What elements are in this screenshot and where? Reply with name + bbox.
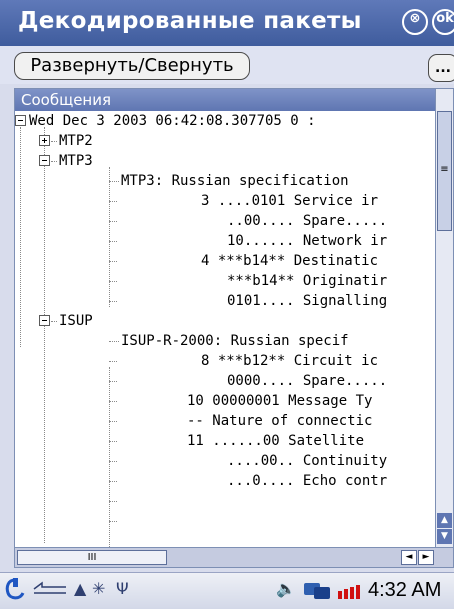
battery-icon[interactable] (338, 583, 364, 599)
tree-row-text: MTP3: Russian specification (121, 173, 349, 189)
horizontal-scrollbar[interactable]: III ◄ ► (15, 547, 453, 567)
tree-row-text: 8 ***b12** Circuit ic (201, 353, 379, 369)
tree-row[interactable]: ....00.. Continuity (15, 451, 435, 471)
tree-row[interactable]: 3 ....0101 Service ir (15, 191, 435, 211)
tree-row[interactable]: 10...... Network ir (15, 231, 435, 251)
tree-connector (109, 521, 117, 522)
tree-row-text: 4 ***b14** Destinatic (201, 253, 379, 269)
volume-icon[interactable]: 🔈 (276, 579, 296, 603)
tree-row-text: 0000.... Spare..... (227, 373, 388, 389)
window-title: Декодированные пакеты (18, 8, 362, 34)
tree-row[interactable]: MTP3: Russian specification (15, 171, 435, 191)
antenna-icon[interactable]: Ψ (116, 579, 129, 603)
taskbar: ▲ ✳ Ψ 🔈 4:32 AM (0, 572, 454, 609)
vertical-scroll-thumb[interactable]: ≡ (437, 111, 452, 231)
tree-connector (51, 161, 57, 162)
scroll-up-arrow-icon[interactable]: ▲ (437, 513, 452, 528)
tree-row[interactable]: ***b14** Originatir (15, 271, 435, 291)
tree-row[interactable]: 4 ***b14** Destinatic (15, 251, 435, 271)
tree-row[interactable]: 8 ***b12** Circuit ic (15, 351, 435, 371)
panel-header: Сообщения (15, 89, 435, 111)
tree-connector (109, 461, 117, 462)
tree-row[interactable]: ...0.... Echo contr (15, 471, 435, 491)
start-icon[interactable] (4, 577, 26, 603)
tree-row[interactable]: 11 ......00 Satellite (15, 431, 435, 451)
vertical-scrollbar[interactable]: ≡ ▲ ▼ (435, 89, 453, 547)
collapse-toggle-icon[interactable] (39, 315, 50, 326)
tree-row[interactable]: -- Nature of connectic (15, 411, 435, 431)
scroll-left-arrow-icon[interactable]: ◄ (401, 550, 417, 565)
tree-row-text: -- Nature of connectic (187, 413, 373, 429)
start-logo-icon (5, 578, 25, 600)
horizontal-scroll-thumb[interactable]: III (17, 550, 167, 565)
tree-connector (109, 241, 117, 242)
tree-row[interactable]: ISUP-R-2000: Russian specif (15, 331, 435, 351)
title-bar: Декодированные пакеты ⊗ ok (0, 0, 454, 47)
tree-row-text: ISUP (59, 313, 93, 329)
tree-row-text: ***b14** Originatir (227, 273, 388, 289)
tree-connector (109, 481, 117, 482)
tree-row[interactable]: MTP3 (15, 151, 435, 171)
tree-connector (109, 261, 117, 262)
tree-row[interactable]: ..00.... Spare..... (15, 211, 435, 231)
tree-connector (109, 361, 117, 362)
message-tree[interactable]: Wed Dec 3 2003 06:42:08.307705 0 : MTP2 … (15, 111, 435, 547)
more-button[interactable]: ... (428, 54, 454, 82)
tree-connector (109, 281, 117, 282)
tree-row[interactable]: Wed Dec 3 2003 06:42:08.307705 0 : (15, 111, 435, 131)
tree-row[interactable]: ISUP (15, 311, 435, 331)
tree-row-text: 10...... Network ir (227, 233, 388, 249)
tree-row[interactable]: 0000.... Spare..... (15, 371, 435, 391)
toolbar: Развернуть/Свернуть ... (0, 46, 454, 84)
tree-row-text: 11 ......00 Satellite (187, 433, 365, 449)
tree-connector (109, 301, 117, 302)
tree-connector (109, 401, 117, 402)
tree-connector (51, 321, 57, 322)
scroll-right-arrow-icon[interactable]: ► (418, 550, 434, 565)
arrow-up-icon[interactable]: ▲ (74, 579, 86, 603)
collapse-toggle-icon[interactable] (15, 115, 26, 126)
tree-connector (109, 181, 119, 182)
tree-row[interactable]: MTP2 (15, 131, 435, 151)
network-icon[interactable] (302, 579, 332, 603)
ok-button[interactable]: ok (432, 9, 454, 35)
network-glyph-icon (304, 583, 330, 599)
collapse-toggle-icon[interactable] (39, 155, 50, 166)
tree-row-text: MTP2 (59, 133, 93, 149)
tree-row-text: ...0.... Echo contr (227, 473, 388, 489)
tree-row-text: ....00.. Continuity (227, 453, 388, 469)
tree-connector (51, 141, 57, 142)
tree-connector (109, 421, 117, 422)
tree-connector (109, 441, 117, 442)
tree-connector (109, 381, 117, 382)
connectivity-glyph-icon (33, 581, 66, 594)
tree-row-text: 0101.... Signalling (227, 293, 388, 309)
tree-connector (109, 201, 117, 202)
tree-connector (109, 341, 119, 342)
connectivity-icon[interactable] (32, 579, 68, 603)
tree-row (15, 491, 435, 511)
tree-row (15, 511, 435, 531)
tree-row-text: ISUP-R-2000: Russian specif (121, 333, 349, 349)
tree-row-text: Wed Dec 3 2003 06:42:08.307705 0 : (29, 113, 316, 129)
sync-icon[interactable]: ✳ (92, 579, 105, 603)
tree-row-text: ..00.... Spare..... (227, 213, 388, 229)
expand-toggle-icon[interactable] (39, 135, 50, 146)
expand-collapse-button[interactable]: Развернуть/Свернуть (14, 52, 250, 80)
tree-row[interactable]: 10 00000001 Message Ty (15, 391, 435, 411)
clock[interactable]: 4:32 AM (368, 579, 441, 602)
tree-row-text: 3 ....0101 Service ir (201, 193, 379, 209)
tree-row-text: MTP3 (59, 153, 93, 169)
tree-row-text: 10 00000001 Message Ty (187, 393, 373, 409)
tree-row[interactable]: 0101.... Signalling (15, 291, 435, 311)
tree-connector (109, 501, 117, 502)
messages-panel: Сообщения Wed Dec 3 2003 06:42:08.307705… (14, 88, 454, 568)
close-icon[interactable]: ⊗ (402, 9, 428, 35)
scroll-down-arrow-icon[interactable]: ▼ (437, 529, 452, 544)
tree-connector (109, 221, 117, 222)
